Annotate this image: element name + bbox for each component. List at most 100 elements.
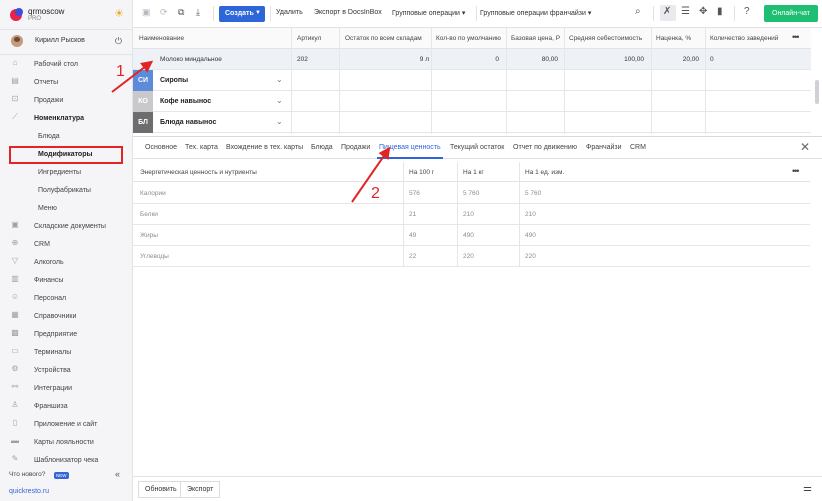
list-icon[interactable]: ☰ [681, 7, 690, 17]
sliders-icon[interactable]: ⚌ [803, 483, 812, 494]
online-chat-button[interactable]: Онлайн-чат [764, 5, 818, 22]
table-row[interactable]: Белки 21 210 210 [133, 204, 810, 225]
finance-icon: ▥ [11, 274, 19, 283]
cell-base-price: 80,00 [541, 56, 558, 63]
sidebar-item-reports[interactable]: ▤ Отчеты [0, 74, 133, 92]
tab-tech-card-usage[interactable]: Вхождение в тех. карты [226, 144, 303, 151]
search-icon[interactable]: ⌕ [635, 7, 641, 17]
sidebar-item-semifinished[interactable]: Полуфабрикаты [0, 182, 133, 200]
sidebar-item-loyalty-cards[interactable]: ▬ Карты лояльности [0, 434, 133, 452]
table-row-group[interactable]: БЛ Блюда навынос ⌄ [133, 112, 811, 133]
copy-icon[interactable]: ⧉ [178, 8, 184, 17]
help-icon[interactable]: ? [744, 7, 750, 17]
sidebar-item-nomenclature[interactable]: ⟋ Номенклатура [0, 110, 133, 128]
site-link[interactable]: quickresto.ru [9, 488, 49, 495]
tab-current-stock[interactable]: Текущий остаток [450, 144, 504, 151]
column-header[interactable]: Кол-во по умолчанию [436, 35, 506, 42]
sidebar-item-label: Блюда [38, 133, 60, 140]
export-button[interactable]: Экспорт [180, 481, 221, 498]
sidebar-item-enterprise[interactable]: ▩ Предприятие [0, 326, 133, 344]
sidebar-item-crm[interactable]: ⊕ CRM [0, 236, 133, 254]
group-name: Сиропы [160, 77, 189, 84]
sidebar-item-desktop[interactable]: ⌂ Рабочий стол [0, 56, 133, 74]
more-options-icon[interactable]: ••• [792, 32, 800, 42]
column-header[interactable]: Средняя себестоимость [569, 35, 647, 42]
column-divider [506, 28, 507, 134]
sidebar-item-staff[interactable]: ☺ Персонал [0, 290, 133, 308]
tab-nutrition[interactable]: Пищевая ценность [379, 144, 441, 151]
export-docsinbox-button[interactable]: Экспорт в DocsInBox [314, 9, 382, 16]
create-button[interactable]: Создать ▼ [219, 6, 265, 22]
sidebar-item-label: Рабочий стол [34, 61, 78, 68]
move-icon[interactable]: ✥ [699, 7, 707, 17]
refresh-button[interactable]: Обновить [138, 481, 184, 498]
column-header[interactable]: Остаток по всем складам [345, 35, 431, 42]
sidebar-item-terminals[interactable]: ▭ Терминалы [0, 344, 133, 362]
column-header[interactable]: Количество заведений [710, 35, 782, 42]
table-scrollbar[interactable] [815, 80, 819, 104]
sidebar-item-alcohol[interactable]: ▽ Алкоголь [0, 254, 133, 272]
sidebar-item-references[interactable]: ▦ Справочники [0, 308, 133, 326]
group-operations-label: Групповые операции [392, 10, 460, 17]
sidebar-item-modifiers[interactable]: Модификаторы [9, 146, 123, 164]
more-options-icon[interactable]: ••• [792, 166, 800, 176]
column-header: На 1 кг [463, 169, 484, 176]
column-header[interactable]: Наименование [139, 35, 184, 42]
theme-sun-icon[interactable]: ☀ [114, 9, 124, 20]
user-block[interactable]: Кирилл Рысков ⏻ [8, 34, 126, 50]
sidebar-item-franchise[interactable]: ♙ Франшиза [0, 398, 133, 416]
franchise-operations-dropdown[interactable]: Групповые операции франчайзи ▾ [480, 9, 591, 17]
tab-tech-card[interactable]: Тех. карта [185, 144, 218, 151]
table-row-group[interactable]: СИ Сиропы ⌄ [133, 70, 811, 91]
sidebar-item-sales[interactable]: ⊡ Продажи [0, 92, 133, 110]
pen-icon: ✎ [11, 454, 19, 463]
tab-main[interactable]: Основное [145, 144, 177, 151]
save-icon[interactable]: ▣ [142, 8, 151, 17]
sidebar-item-dishes[interactable]: Блюда [0, 128, 133, 146]
column-header[interactable]: Базовая цена, Р [511, 35, 565, 42]
sidebar-item-label: Персонал [34, 295, 67, 302]
refresh-icon[interactable]: ⟳ [160, 8, 168, 17]
table-row[interactable]: Углеводы 22 220 220 [133, 246, 810, 267]
whats-new-link[interactable]: Что нового? [9, 471, 45, 478]
table-row[interactable]: Калории 576 5 760 5 760 [133, 183, 810, 204]
group-operations-dropdown[interactable]: Групповые операции ▾ [392, 9, 465, 17]
delete-button[interactable]: Удалить [276, 9, 303, 16]
table-row[interactable]: Жиры 49 490 490 [133, 225, 810, 246]
column-divider [564, 28, 565, 134]
brand-block[interactable]: qrmoscow PRO ☀ [8, 6, 126, 26]
sidebar-item-label: Номенклатура [34, 115, 85, 122]
column-header[interactable]: Наценка, % [656, 35, 702, 42]
sidebar-item-receipt-templates[interactable]: ✎ Шаблонизатор чека [0, 452, 133, 470]
sidebar-item-ingredients[interactable]: Ингредиенты [0, 164, 133, 182]
download-icon[interactable]: ⤓ [196, 8, 200, 17]
table-row[interactable]: Молоко миндальное 202 9 л 0 80,00 100,00… [133, 49, 811, 70]
table-row-group[interactable]: КО Кофе навынос ⌄ [133, 91, 811, 112]
chevron-down-icon[interactable]: ⌄ [276, 117, 283, 126]
sidebar-item-finance[interactable]: ▥ Финансы [0, 272, 133, 290]
chevron-down-icon[interactable]: ⌄ [276, 96, 283, 105]
sidebar-item-devices[interactable]: ⚙ Устройства [0, 362, 133, 380]
sales-icon: ⊡ [11, 94, 19, 103]
tab-sales[interactable]: Продажи [341, 144, 370, 151]
trash-icon[interactable]: ▮ [717, 7, 723, 17]
power-icon[interactable]: ⏻ [115, 36, 122, 47]
tools-icon[interactable]: ✗ [660, 5, 676, 21]
tab-dishes[interactable]: Блюда [311, 144, 333, 151]
sidebar-item-app-site[interactable]: ▯ Приложение и сайт [0, 416, 133, 434]
collapse-sidebar-icon[interactable]: « [115, 469, 120, 479]
book-icon: ▦ [11, 310, 19, 319]
sidebar-item-menu[interactable]: Меню [0, 200, 133, 218]
home-icon: ⌂ [12, 58, 18, 67]
tab-crm[interactable]: CRM [630, 144, 646, 151]
sidebar-item-integrations[interactable]: ⚯ Интеграции [0, 380, 133, 398]
column-header[interactable]: Артикул [297, 35, 321, 42]
column-divider [339, 28, 340, 134]
tab-movement-report[interactable]: Отчет по движению [513, 144, 577, 151]
per-unit-value: 220 [525, 253, 536, 260]
chevron-down-icon[interactable]: ⌄ [276, 75, 283, 84]
cell-default-qty: 0 [495, 56, 499, 63]
tab-franchise[interactable]: Франчайзи [586, 144, 622, 151]
close-icon[interactable]: ✕ [800, 141, 810, 153]
sidebar-item-warehouse-docs[interactable]: ▣ Складские документы [0, 218, 133, 236]
